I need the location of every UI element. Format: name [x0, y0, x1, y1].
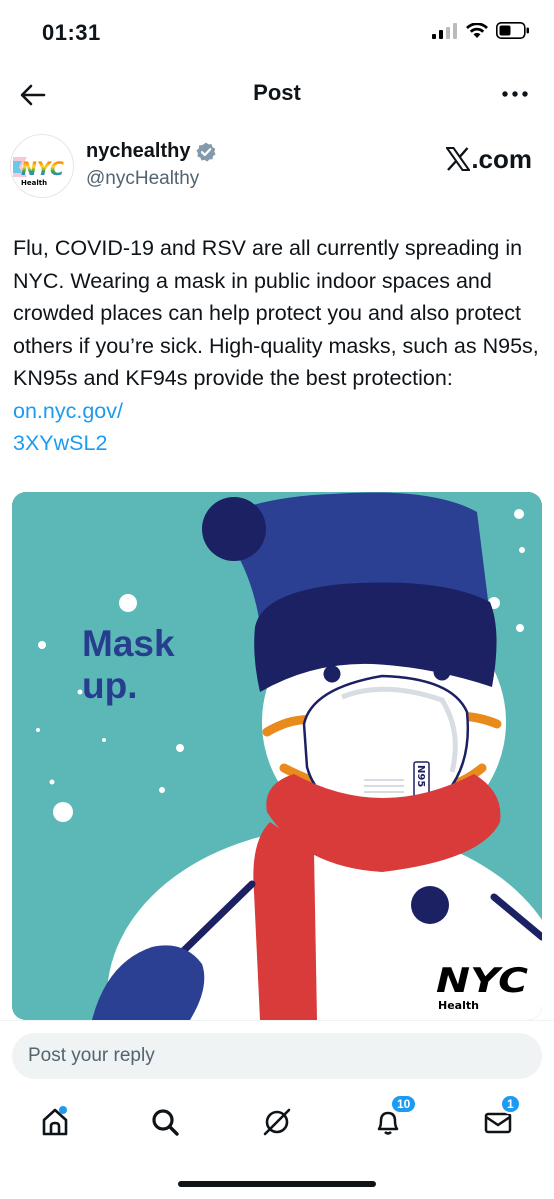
headline-line2: up.: [82, 665, 137, 706]
more-horizontal-icon: [502, 91, 528, 97]
snowman-illustration: N95 Mask up. NYC Health: [12, 492, 542, 1020]
nav-bar: Post: [0, 66, 554, 122]
reply-bar: Post your reply: [0, 1020, 554, 1090]
reply-input[interactable]: Post your reply: [12, 1033, 542, 1079]
display-name-text: nychealthy: [86, 140, 191, 162]
status-bar: 01:31: [0, 0, 554, 66]
tab-grok[interactable]: [257, 1102, 297, 1142]
headline-line1: Mask: [82, 623, 175, 664]
more-options-button[interactable]: [498, 82, 532, 106]
wifi-icon: [466, 22, 488, 38]
notifications-badge: 10: [390, 1094, 418, 1114]
svg-text:Health: Health: [438, 999, 479, 1012]
verified-badge-icon: [196, 142, 217, 162]
tab-messages[interactable]: 1: [478, 1094, 521, 1142]
reply-placeholder: Post your reply: [28, 1045, 155, 1066]
tab-home[interactable]: [35, 1102, 75, 1142]
nyc-health-logo: NYC Health: [13, 157, 64, 187]
svg-text:NYC: NYC: [436, 961, 528, 1001]
display-name[interactable]: nychealthy: [86, 140, 217, 163]
source-text: .com: [471, 144, 532, 174]
cellular-signal-icon: [432, 22, 457, 39]
user-handle[interactable]: @nycHealthy: [86, 168, 199, 190]
page-title: Post: [253, 80, 301, 105]
bottom-tab-bar: 10 1: [0, 1090, 554, 1160]
svg-text:Health: Health: [21, 179, 47, 187]
mask-label: N95: [415, 765, 426, 787]
battery-icon: [496, 22, 529, 39]
status-icons: [432, 22, 530, 39]
post-text: Flu, COVID-19 and RSV are all currently …: [13, 232, 543, 460]
tab-search[interactable]: [145, 1102, 185, 1142]
svg-text:NYC: NYC: [21, 158, 64, 180]
messages-badge: 1: [500, 1094, 521, 1114]
search-icon: [152, 1109, 179, 1136]
status-time: 01:31: [42, 20, 101, 45]
x-logo-icon: [446, 147, 471, 171]
post-link[interactable]: on.nyc.gov/3XYwSL2: [13, 399, 123, 456]
home-indicator[interactable]: [178, 1181, 376, 1187]
post-author: NYC Health nychealthy @nycHealthy .com: [0, 130, 554, 200]
avatar[interactable]: NYC Health: [10, 134, 74, 198]
post-body: Flu, COVID-19 and RSV are all currently …: [13, 236, 539, 390]
post-image[interactable]: N95 Mask up. NYC Health: [12, 492, 542, 1020]
tab-notifications[interactable]: 10: [368, 1094, 418, 1142]
home-unread-dot: [59, 1106, 67, 1114]
grok-icon: [263, 1108, 291, 1136]
x-com-source[interactable]: .com: [446, 144, 532, 175]
